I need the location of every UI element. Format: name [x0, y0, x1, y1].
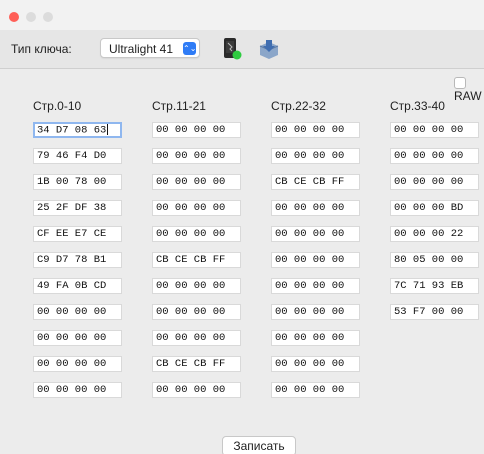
page-cell[interactable]: CB CE CB FF — [271, 174, 360, 190]
page-cell[interactable]: 00 00 00 00 — [271, 330, 360, 346]
page-cell[interactable]: 00 00 00 00 — [271, 278, 360, 294]
page-cell[interactable]: 7C 71 93 EB — [390, 278, 479, 294]
page-cell[interactable]: 00 00 00 00 — [152, 148, 241, 164]
page-cell[interactable]: 53 F7 00 00 — [390, 304, 479, 320]
read-phone-icon[interactable] — [220, 37, 244, 61]
page-cell[interactable]: 00 00 00 00 — [152, 304, 241, 320]
page-column-0-10: Стр.0-10 34 D7 08 63 79 46 F4 D0 1B 00 78 … — [33, 98, 122, 398]
page-cell[interactable]: CB CE CB FF — [152, 356, 241, 372]
page-column-22-32: Стр.22-32 00 00 00 00 00 00 00 00 CB CE CB… — [271, 98, 360, 398]
page-cell[interactable]: C9 D7 78 B1 — [33, 252, 122, 268]
page-cell[interactable]: 00 00 00 00 — [271, 200, 360, 216]
page-cell[interactable]: 00 00 00 00 — [271, 252, 360, 268]
page-cell[interactable]: 34 D7 08 63 — [33, 122, 122, 138]
page-cell[interactable]: CF EE E7 CE — [33, 226, 122, 242]
page-cell[interactable]: 00 00 00 00 — [152, 122, 241, 138]
page-cell[interactable]: 00 00 00 00 — [152, 226, 241, 242]
page-cell[interactable]: 00 00 00 00 — [152, 382, 241, 398]
page-cell[interactable]: 00 00 00 00 — [271, 356, 360, 372]
page-cell[interactable]: 00 00 00 00 — [390, 174, 479, 190]
page-cell[interactable]: 00 00 00 00 — [33, 382, 122, 398]
column-header: Стр.0-10 — [33, 99, 82, 113]
column-header: Стр.33-40 — [390, 99, 445, 113]
page-cell[interactable]: 25 2F DF 38 — [33, 200, 122, 216]
app-window: Тип ключа: Ultralight 41 ⌃⌄ RAW Стр.0-10… — [0, 0, 484, 454]
page-cell[interactable]: 00 00 00 00 — [152, 330, 241, 346]
page-cell[interactable]: 00 00 00 00 — [271, 304, 360, 320]
page-cell[interactable]: 00 00 00 00 — [33, 356, 122, 372]
page-cell[interactable]: CB CE CB FF — [152, 252, 241, 268]
page-cell[interactable]: 00 00 00 BD — [390, 200, 479, 216]
close-window-button[interactable] — [9, 12, 19, 22]
page-column-33-40: Стр.33-40 00 00 00 00 00 00 00 00 00 00 00… — [390, 98, 479, 320]
page-cell[interactable]: 00 00 00 00 — [33, 330, 122, 346]
page-cell[interactable]: 00 00 00 00 — [152, 174, 241, 190]
page-cell[interactable]: 1B 00 78 00 — [33, 174, 122, 190]
write-button[interactable]: Записать — [222, 436, 296, 454]
raw-toggle[interactable]: RAW — [454, 75, 484, 103]
title-bar — [0, 0, 484, 30]
raw-label: RAW — [454, 89, 482, 103]
page-cell[interactable]: 00 00 00 00 — [271, 226, 360, 242]
page-column-11-21: Стр.11-21 00 00 00 00 00 00 00 00 00 00 00… — [152, 98, 241, 398]
column-header: Стр.11-21 — [152, 99, 206, 113]
page-cell[interactable]: 00 00 00 00 — [271, 148, 360, 164]
pages-panel: RAW Стр.0-10 34 D7 08 63 79 46 F4 D0 1B 00… — [0, 69, 484, 454]
maximize-window-button[interactable] — [43, 12, 53, 22]
page-cell[interactable]: 49 FA 0B CD — [33, 278, 122, 294]
page-cell[interactable]: 00 00 00 00 — [390, 122, 479, 138]
page-cell[interactable]: 00 00 00 00 — [271, 382, 360, 398]
key-type-select[interactable]: Ultralight 41 ⌃⌄ — [100, 38, 200, 58]
page-cell[interactable]: 00 00 00 00 — [390, 148, 479, 164]
select-arrows-icon: ⌃⌄ — [183, 42, 197, 55]
page-cell[interactable]: 00 00 00 00 — [152, 278, 241, 294]
page-cell[interactable]: 80 05 00 00 — [390, 252, 479, 268]
page-cell[interactable]: 00 00 00 00 — [33, 304, 122, 320]
text-cursor — [107, 124, 109, 135]
raw-checkbox[interactable] — [454, 76, 466, 89]
column-header: Стр.22-32 — [271, 99, 326, 113]
key-type-label: Тип ключа: — [11, 42, 72, 56]
minimize-window-button[interactable] — [26, 12, 36, 22]
page-cell[interactable]: 00 00 00 00 — [271, 122, 360, 138]
page-cell[interactable]: 00 00 00 00 — [152, 200, 241, 216]
toolbar: Тип ключа: Ultralight 41 ⌃⌄ — [0, 30, 484, 69]
page-cell[interactable]: 00 00 00 22 — [390, 226, 479, 242]
save-disk-icon[interactable] — [257, 38, 281, 60]
key-type-value: Ultralight 41 — [109, 42, 174, 56]
page-cell[interactable]: 79 46 F4 D0 — [33, 148, 122, 164]
